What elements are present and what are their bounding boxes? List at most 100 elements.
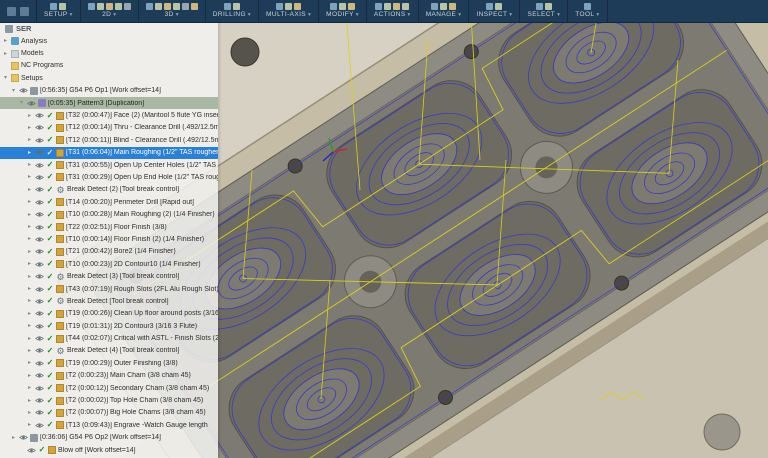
tree-row[interactable]: ▸ [T2 (0:00:23)] Main Cham (3/8 cham 45) [0,370,218,382]
visibility-eye-icon[interactable] [35,397,44,404]
visibility-eye-icon[interactable] [35,211,44,218]
visibility-eye-icon[interactable] [19,87,28,94]
tree-row[interactable]: ▾ [0:05:35] Pattern3 [Duplication] [0,97,218,109]
expand-arrow-icon[interactable]: ▸ [26,373,33,379]
visibility-eye-icon[interactable] [35,372,44,379]
tool-library-icon[interactable] [431,3,438,10]
visibility-eye-icon[interactable] [35,186,44,193]
select-icon[interactable] [536,3,543,10]
tree-row[interactable]: Blow off [Work offset=14] [0,444,218,456]
new-setup-icon[interactable] [50,3,57,10]
tree-row[interactable]: ▸ [T21 (0:00:42)] Bore2 (1/4 Finisher) [0,246,218,258]
toolbar-group-inspect[interactable]: INSPECT [469,0,520,22]
2d-pocket-icon[interactable] [97,3,104,10]
adaptive-clearing-icon[interactable] [146,3,153,10]
templates-icon[interactable] [449,3,456,10]
expand-arrow-icon[interactable]: ▸ [26,261,33,267]
visibility-eye-icon[interactable] [35,199,44,206]
expand-arrow-icon[interactable]: ▸ [2,51,9,57]
tree-row[interactable]: ▸ [T2 (0:00:07)] Big Hole Chams (3/8 cha… [0,407,218,419]
browser-toggle-icon[interactable] [7,7,16,16]
tree-row[interactable]: ▸ [T2 (0:00:02)] Top Hole Cham (3/8 cham… [0,394,218,406]
parallel-icon[interactable] [173,3,180,10]
visibility-eye-icon[interactable] [35,360,44,367]
expand-arrow-icon[interactable]: ▸ [26,125,33,131]
visibility-eye-icon[interactable] [35,347,44,354]
spiral-icon[interactable] [191,3,198,10]
expand-arrow-icon[interactable]: ▸ [26,162,33,168]
toolbar-group-label[interactable]: DRILLING [213,11,251,19]
visibility-eye-icon[interactable] [35,298,44,305]
feed-optimization-icon[interactable] [348,3,355,10]
toolbar-group-modify[interactable]: MODIFY [319,0,367,22]
toolbar-group-label[interactable]: MULTI-AXIS [266,11,311,19]
visibility-eye-icon[interactable] [35,409,44,416]
visibility-eye-icon[interactable] [35,310,44,317]
trim-icon[interactable] [330,3,337,10]
tree-row[interactable]: ▸ [T44 (0:02:07)] Critical with ASTL - F… [0,332,218,344]
setup-sheet-icon[interactable] [402,3,409,10]
toolbar-group-3d[interactable]: 3D [139,0,206,22]
expand-arrow-icon[interactable]: ▸ [26,199,33,205]
visibility-eye-icon[interactable] [35,236,44,243]
scallop-icon[interactable] [182,3,189,10]
tree-row[interactable]: ▾ Setups [0,72,218,84]
expand-arrow-icon[interactable]: ▸ [26,236,33,242]
tree-row[interactable]: ▸ [T14 (0:00:20)] Perimeter Drill [Rapid… [0,196,218,208]
visibility-eye-icon[interactable] [35,323,44,330]
tree-row[interactable]: ▸ [T43 (0:07:19)] Rough Slots (2FL Alu R… [0,283,218,295]
toolbar-group-label[interactable]: MODIFY [326,11,359,19]
tree-row[interactable]: ▸ [T10 (0:00:14)] Floor Finish (2) (1/4 … [0,233,218,245]
steep-shallow-icon[interactable] [164,3,171,10]
post-process-icon[interactable] [393,3,400,10]
expand-arrow-icon[interactable]: ▸ [26,398,33,404]
toolbar-group-actions[interactable]: ACTIONS [367,0,419,22]
generate-icon[interactable] [375,3,382,10]
drill-icon[interactable] [224,3,231,10]
multi-axis-contour-icon[interactable] [285,3,292,10]
expand-arrow-icon[interactable]: ▸ [26,212,33,218]
tree-row[interactable]: ▸ Models [0,47,218,59]
toolbar-group-select[interactable]: SELECT [520,0,568,22]
tree-row[interactable]: ▸ [T31 (0:00:29)] Open Up End Hole (1/2"… [0,171,218,183]
visibility-eye-icon[interactable] [35,137,44,144]
tree-row[interactable]: ▸ [T2 (0:00:12)] Secondary Cham (3/8 cha… [0,382,218,394]
tree-row[interactable]: ▸ Break Detect [Tool break control] [0,295,218,307]
toolbar-group-label[interactable]: MANAGE [426,11,462,19]
pocket-clearing-icon[interactable] [155,3,162,10]
measure-icon[interactable] [486,3,493,10]
visibility-eye-icon[interactable] [35,261,44,268]
expand-arrow-icon[interactable]: ▸ [26,286,33,292]
expand-arrow-icon[interactable]: ▸ [26,274,33,280]
toolbar-group-label[interactable]: ACTIONS [374,11,411,19]
tree-row[interactable]: ▾ [0:56:35] G54 P6 Op1 [Work offset=14] [0,85,218,97]
expand-arrow-icon[interactable]: ▸ [2,38,9,44]
tree-row[interactable]: ▸ [T12 (0:00:14)] Thru - Clearance Drill… [0,122,218,134]
window-selection-icon[interactable] [545,3,552,10]
toolbar-group-multi-axis[interactable]: MULTI-AXIS [259,0,319,22]
visibility-eye-icon[interactable] [35,149,44,156]
face-icon[interactable] [106,3,113,10]
toolbar-group-label[interactable]: 2D [102,11,116,19]
expand-arrow-icon[interactable]: ▾ [18,100,25,106]
expand-arrow-icon[interactable]: ▸ [26,323,33,329]
toolbar-group-2d[interactable]: 2D [81,0,139,22]
tool-icon[interactable] [584,3,591,10]
visibility-eye-icon[interactable] [35,224,44,231]
expand-arrow-icon[interactable]: ▸ [26,385,33,391]
swarf-icon[interactable] [276,3,283,10]
visibility-eye-icon[interactable] [27,447,36,454]
expand-arrow-icon[interactable]: ▸ [26,150,33,156]
section-analysis-icon[interactable] [495,3,502,10]
toolbar-group-label[interactable]: INSPECT [476,11,512,19]
new-folder-icon[interactable] [59,3,66,10]
grid-icon[interactable] [20,7,29,16]
expand-arrow-icon[interactable]: ▸ [26,187,33,193]
tree-row[interactable]: ▸ [T19 (0:01:31)] 2D Contour3 (3/16 3 Fl… [0,320,218,332]
expand-arrow-icon[interactable]: ▸ [26,224,33,230]
flow-icon[interactable] [294,3,301,10]
visibility-eye-icon[interactable] [19,434,28,441]
toolbar-group-label[interactable]: 3D [165,11,179,19]
tree-row[interactable]: ▸ Break Detect (3) [Tool break control] [0,270,218,282]
expand-arrow-icon[interactable]: ▾ [10,88,17,94]
